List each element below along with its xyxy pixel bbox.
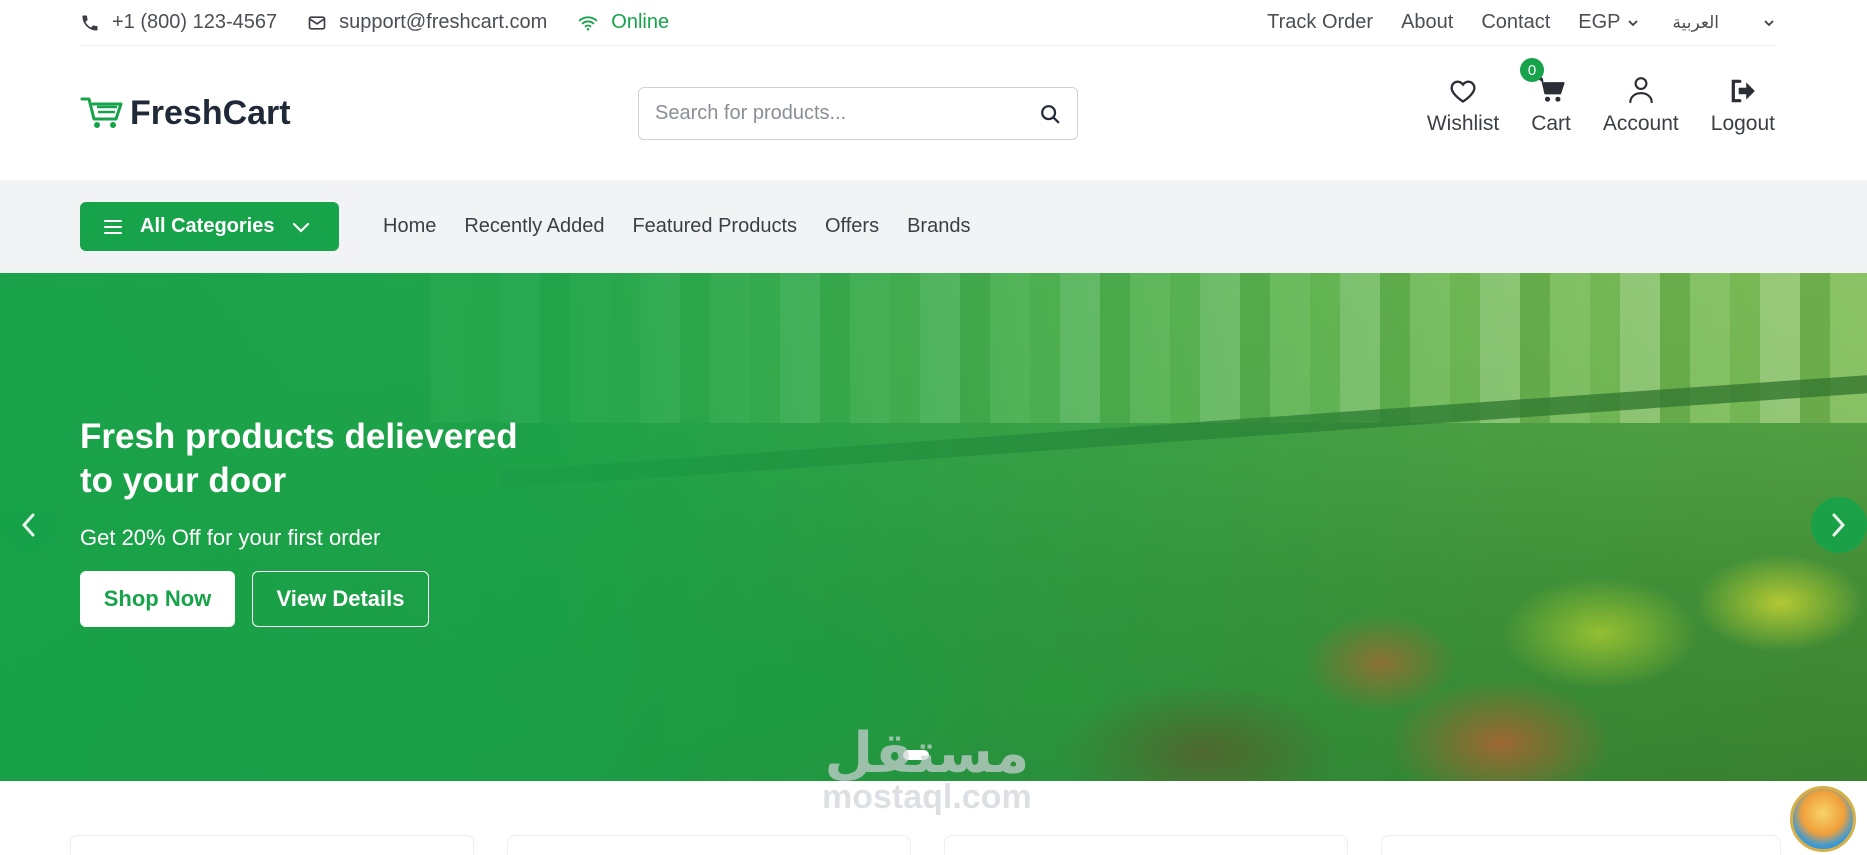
currency-select[interactable]: EGP [1578, 11, 1638, 34]
hero-subtitle: Get 20% Off for your first order [80, 525, 381, 550]
nav-offers[interactable]: Offers [825, 215, 879, 238]
brand-name: FreshCart [130, 93, 291, 132]
wishlist-button[interactable]: Wishlist [1427, 68, 1499, 136]
watermark-latin: mostaql.com [822, 778, 1032, 816]
chevron-down-icon [1627, 19, 1638, 26]
track-order-link[interactable]: Track Order [1267, 11, 1373, 34]
phone-icon [82, 15, 98, 30]
phone-contact[interactable]: +1 (800) 123-4567 [80, 11, 277, 34]
view-details-button[interactable]: View Details [252, 571, 429, 627]
nav-home[interactable]: Home [383, 215, 436, 238]
logout-label: Logout [1710, 112, 1775, 135]
search-icon[interactable] [1039, 103, 1061, 125]
chevron-right-icon [1832, 513, 1846, 537]
email-address: support@freshcart.com [339, 11, 548, 33]
nav-brands[interactable]: Brands [907, 215, 970, 238]
cart-count-badge: 0 [1520, 58, 1545, 82]
watermark-arabic: مستقل [824, 721, 1030, 786]
search-bar [638, 87, 1078, 140]
about-link[interactable]: About [1401, 11, 1453, 34]
contact-info: +1 (800) 123-4567 support@freshcart.com … [80, 11, 699, 34]
category-card[interactable] [507, 835, 911, 855]
chevron-left-icon [21, 513, 35, 537]
heart-icon [1450, 80, 1476, 103]
slider-next-button[interactable] [1811, 497, 1867, 553]
category-card[interactable] [1381, 835, 1781, 855]
category-cards-row [70, 835, 1867, 855]
hero-slider: Fresh products delievered to your door G… [0, 273, 1867, 781]
slider-prev-button[interactable] [0, 497, 56, 553]
wishlist-label: Wishlist [1426, 112, 1500, 135]
all-categories-button[interactable]: All Categories [80, 202, 339, 251]
top-links: Track Order About Contact EGP العربية [1239, 11, 1775, 34]
email-contact[interactable]: support@freshcart.com [307, 11, 547, 34]
language-select[interactable]: العربية [1673, 13, 1775, 33]
online-status: Online [577, 11, 669, 34]
nav-featured-products[interactable]: Featured Products [632, 215, 797, 238]
cart-label: Cart [1531, 112, 1571, 135]
wifi-icon [579, 15, 598, 30]
chevron-down-icon [293, 222, 310, 233]
category-nav: All Categories Home Recently Added Featu… [0, 180, 1867, 273]
floating-badge-icon[interactable] [1790, 786, 1856, 852]
currency-value: EGP [1578, 11, 1621, 33]
header-actions: Wishlist 0 Cart Account Logout [1395, 58, 1775, 136]
phone-number: +1 (800) 123-4567 [112, 11, 278, 33]
chevron-down-icon [1764, 19, 1774, 26]
watermark: مستقل mostaql.com [822, 721, 1032, 816]
user-icon [1628, 77, 1653, 104]
logout-icon [1731, 79, 1755, 103]
main-header: FreshCart Wishlist 0 Cart [80, 46, 1775, 180]
category-card[interactable] [70, 835, 474, 855]
hero-buttons: Shop Now View Details [80, 571, 540, 627]
search-input[interactable] [655, 102, 1039, 125]
brand-logo[interactable]: FreshCart [80, 94, 640, 133]
language-value: العربية [1672, 12, 1719, 33]
account-button[interactable]: Account [1603, 68, 1679, 136]
contact-link[interactable]: Contact [1481, 11, 1550, 34]
shop-now-button[interactable]: Shop Now [80, 571, 235, 627]
logout-button[interactable]: Logout [1711, 68, 1775, 136]
nav-recently-added[interactable]: Recently Added [464, 215, 604, 238]
top-bar: +1 (800) 123-4567 support@freshcart.com … [80, 0, 1775, 46]
menu-icon [104, 219, 122, 234]
all-categories-label: All Categories [140, 215, 275, 237]
main-menu: Home Recently Added Featured Products Of… [383, 180, 998, 273]
status-text: Online [611, 11, 670, 33]
cart-logo-icon [80, 97, 123, 128]
mail-icon [308, 15, 326, 30]
page: +1 (800) 123-4567 support@freshcart.com … [0, 0, 1867, 855]
category-card[interactable] [944, 835, 1348, 855]
account-label: Account [1602, 112, 1679, 135]
hero-content: Fresh products delievered to your door G… [80, 415, 540, 627]
cart-icon [1537, 77, 1565, 102]
cart-button[interactable]: 0 Cart [1520, 58, 1571, 136]
hero-title: Fresh products delievered to your door [80, 417, 518, 500]
